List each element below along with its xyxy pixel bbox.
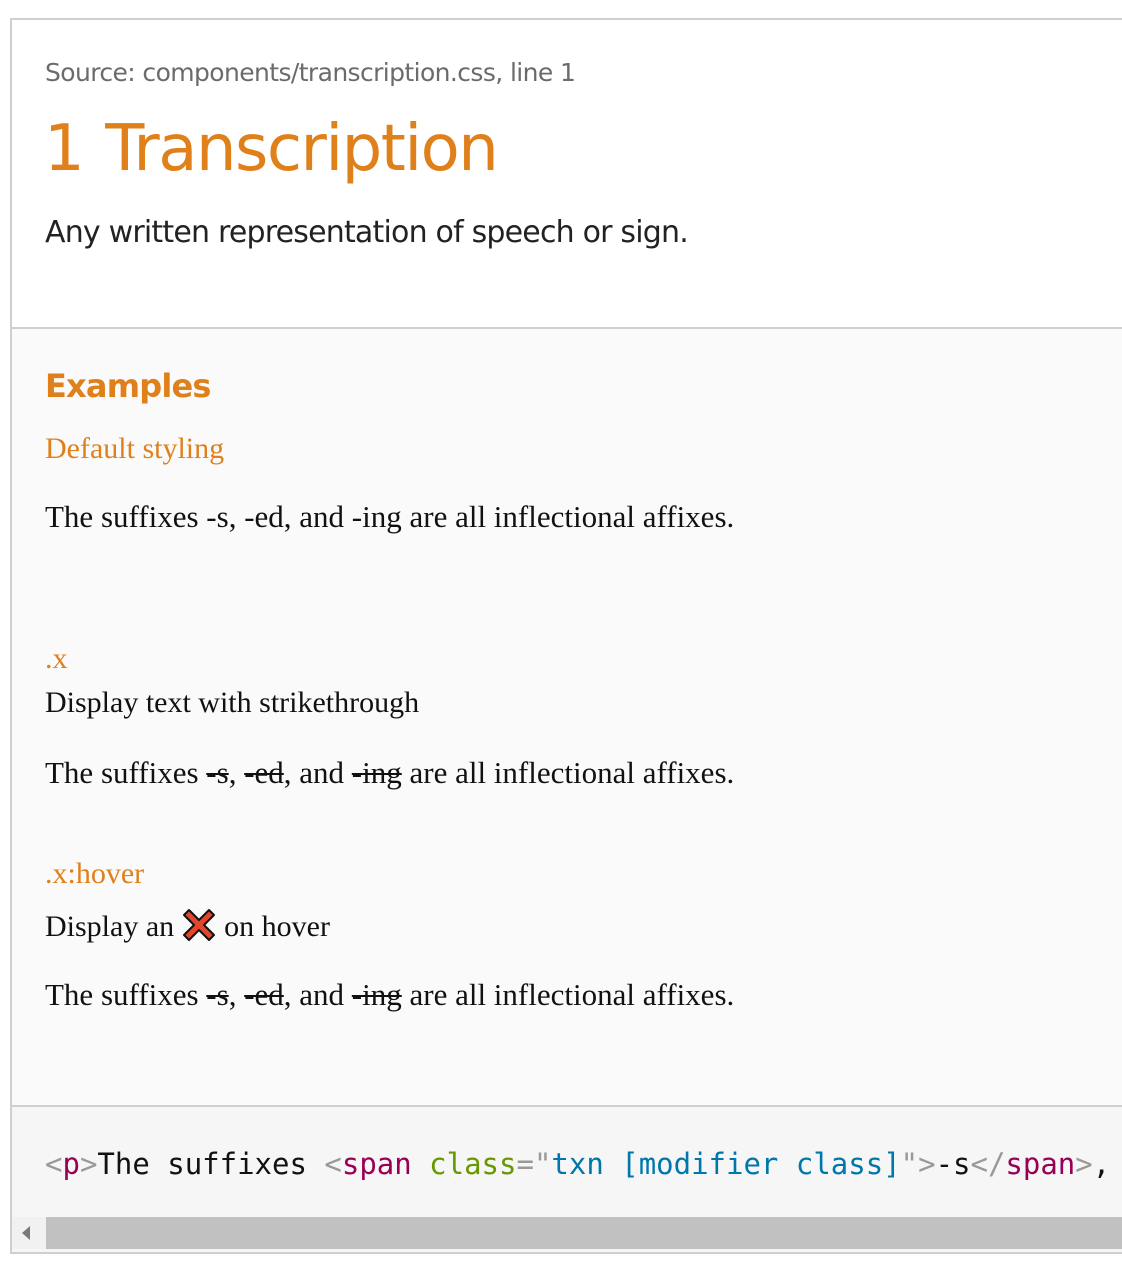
sentence-text: , (228, 755, 245, 790)
sentence-text: are all inflectional affixes. (401, 977, 735, 1012)
code-punct: " (533, 1147, 552, 1181)
default-styling-label: Default styling (45, 432, 225, 465)
description-text: Display an (45, 910, 175, 943)
code-punct: < (45, 1147, 63, 1181)
code-tag: span (1005, 1147, 1076, 1181)
code-punct: = (516, 1147, 534, 1181)
code-attr-value: txn [modifier class] (551, 1147, 901, 1181)
sentence-text: , (228, 977, 245, 1012)
code-text: , (1092, 1147, 1111, 1181)
examples-heading: Examples (45, 367, 211, 405)
transcription-s[interactable]: -s (206, 977, 228, 1012)
sentence-text: The suffixes (45, 499, 207, 534)
transcription-ing: -ing (351, 755, 402, 790)
section-title: 1 Transcription (44, 112, 499, 186)
code-tag: p (62, 1147, 80, 1181)
horizontal-scrollbar[interactable] (12, 1217, 1122, 1249)
sentence-text: , and (283, 755, 352, 790)
x-modifier-description: Display text with strikethrough (45, 686, 420, 719)
x-hover-modifier-label: .x:hover (45, 857, 145, 890)
scrollbar-thumb[interactable] (46, 1217, 1122, 1249)
sentence-text: , (228, 499, 245, 534)
transcription-s: -s (206, 499, 229, 534)
transcription-ed[interactable]: -ed (244, 977, 284, 1012)
sentence-text: , and (283, 977, 352, 1012)
section-title-text: Transcription (105, 112, 499, 186)
x-hover-modifier-description: Display an on hover (45, 908, 330, 944)
code-line: <p>The suffixes <span class="txn [modifi… (45, 1147, 1110, 1181)
code-attr: class (429, 1147, 517, 1181)
doc-panel: Source: components/transcription.css, li… (10, 18, 1122, 1254)
code-text: The suffixes (97, 1147, 325, 1181)
section-number: 1 (44, 112, 85, 186)
code-punct: < (324, 1147, 342, 1181)
code-sample: <p>The suffixes <span class="txn [modifi… (12, 1107, 1122, 1252)
transcription-ing: -ing (351, 499, 402, 534)
x-hover-example-sentence: The suffixes -s, -ed, and -ing are all i… (45, 977, 734, 1013)
examples-panel: Examples Default styling The suffixes -s… (12, 329, 1122, 1107)
sentence-text: The suffixes (45, 977, 207, 1012)
scroll-left-arrow-icon[interactable] (22, 1226, 30, 1240)
sentence-text: are all inflectional affixes. (401, 755, 735, 790)
sentence-text: , and (283, 499, 352, 534)
cross-mark-icon (182, 908, 216, 942)
source-reference: Source: components/transcription.css, li… (45, 58, 576, 87)
code-punct: </ (970, 1147, 1006, 1181)
code-punct: > (1075, 1147, 1093, 1181)
sentence-text: are all inflectional affixes. (401, 499, 735, 534)
section-description: Any written representation of speech or … (45, 215, 689, 250)
transcription-ed: -ed (244, 755, 284, 790)
description-text: on hover (224, 910, 330, 943)
code-tag: span (341, 1147, 412, 1181)
code-punct: > (918, 1147, 936, 1181)
transcription-ing[interactable]: -ing (352, 977, 402, 1012)
section-header: Source: components/transcription.css, li… (12, 20, 1122, 329)
transcription-s: -s (206, 755, 229, 790)
x-modifier-label: .x (45, 642, 68, 675)
default-example-sentence: The suffixes -s, -ed, and -ing are all i… (45, 499, 734, 535)
code-punct: " (900, 1147, 919, 1181)
sentence-text: The suffixes (45, 755, 207, 790)
transcription-ed: -ed (244, 499, 284, 534)
x-example-sentence: The suffixes -s, -ed, and -ing are all i… (45, 755, 734, 791)
code-text: -s (935, 1147, 971, 1181)
code-punct: > (79, 1147, 98, 1181)
